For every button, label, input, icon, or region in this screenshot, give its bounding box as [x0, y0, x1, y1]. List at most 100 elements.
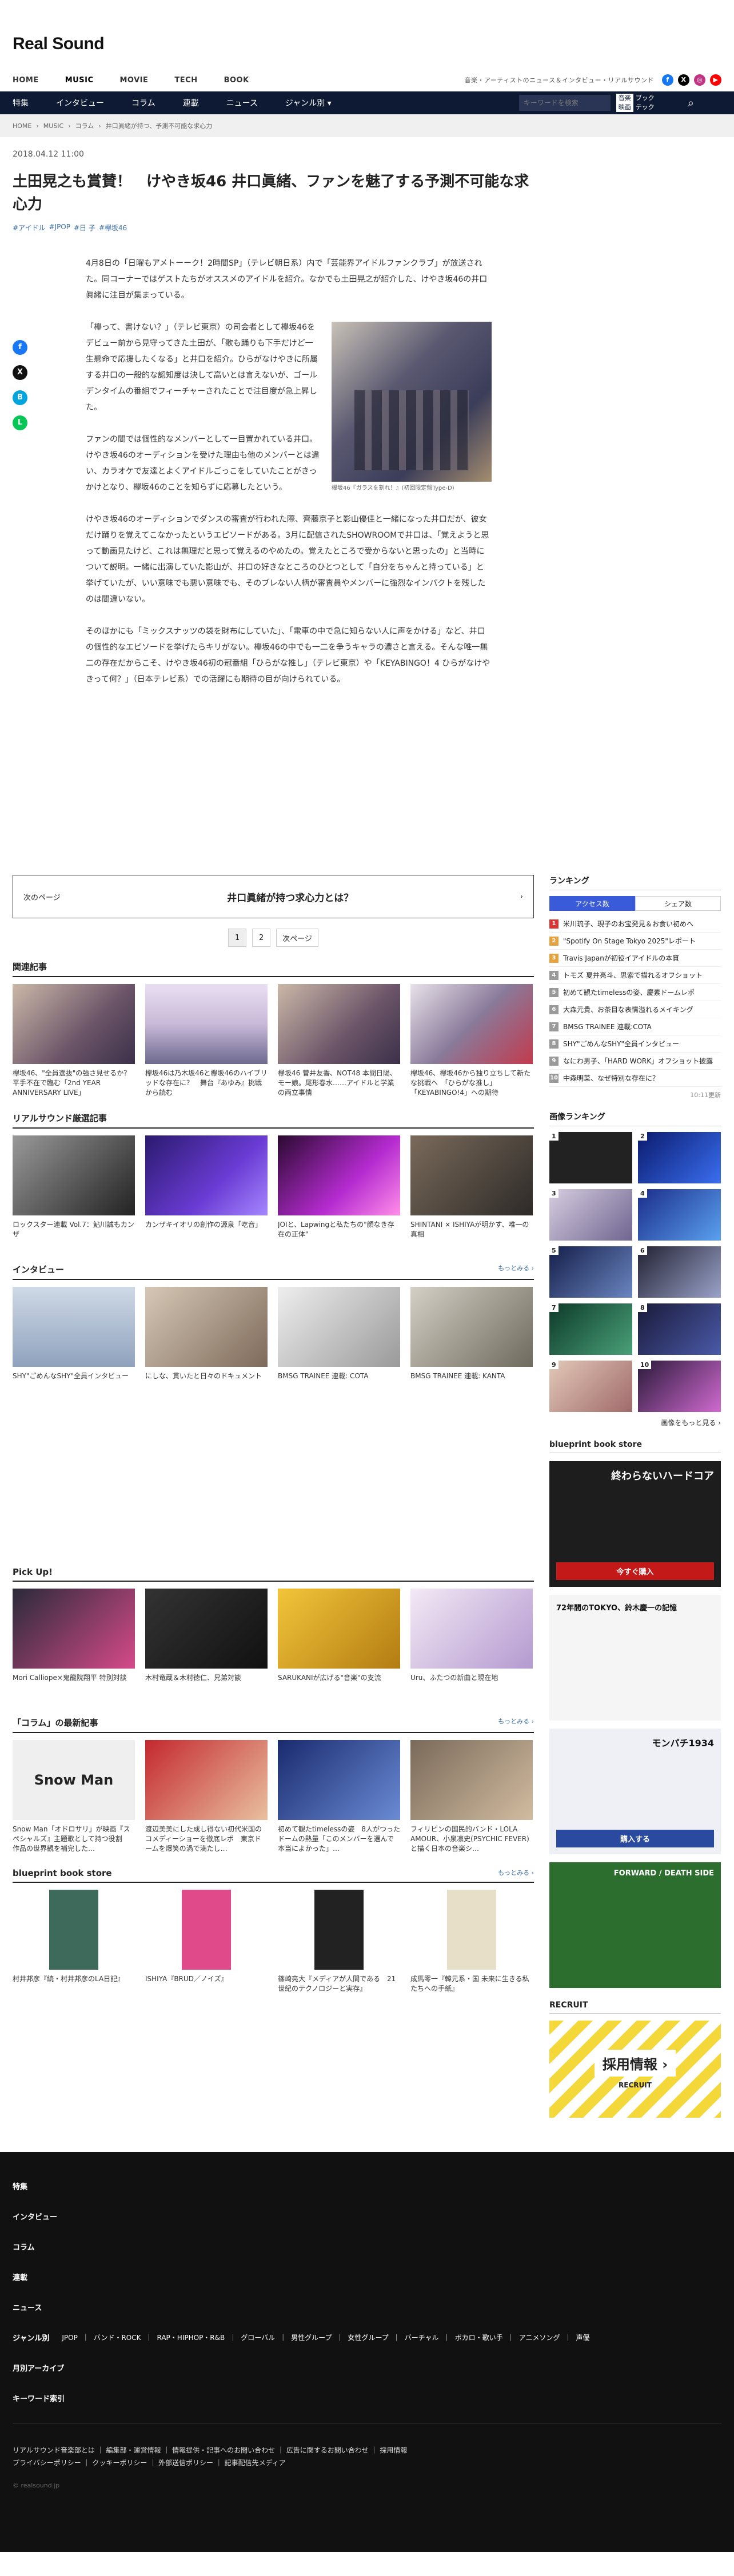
recruit-banner[interactable]: 採用情報 › RECRUIT [549, 2021, 721, 2118]
search-opt-book[interactable]: ブック [636, 94, 655, 102]
image-rank-thumb[interactable]: 2 [638, 1132, 721, 1183]
book-ad[interactable]: FORWARD / DEATH SIDE [549, 1862, 721, 1988]
column-card[interactable]: 渡辺美美にした成し得ない初代米国のコメディーショーを徹底レポ 東京ドームを爆笑の… [145, 1740, 268, 1854]
more-link[interactable]: もっとみる › [498, 1263, 534, 1275]
column-card[interactable]: 初めて観たtimelessの姿 8人がつったドームの熱量「このメンバーを選んで本… [278, 1740, 400, 1854]
crumb-column[interactable]: コラム [75, 121, 94, 130]
column-card[interactable]: フィリピンの国民的バンド・LOLA AMOUR、小泉凛史(PSYCHIC FEV… [410, 1740, 533, 1854]
genre-link[interactable]: JPOP [62, 2334, 77, 2342]
footer-link[interactable]: 特集 [13, 2181, 721, 2191]
book-ad[interactable]: 終わらないハードコア 今すぐ購入 [549, 1461, 721, 1587]
ranking-item[interactable]: 4 トモズ 夏井亮斗、思索で描れるオフショット [549, 967, 721, 984]
image-rank-thumb[interactable]: 10 [638, 1361, 721, 1412]
ranking-item[interactable]: 7 BMSG TRAINEE 連載:COTA [549, 1018, 721, 1035]
pickup-card[interactable]: 木村竜蔵＆木村徳仁、兄弟対談 [145, 1589, 268, 1703]
book-ad[interactable]: 72年間のTOKYO、鈴木慶一の記憶 [549, 1595, 721, 1721]
image-rank-thumb[interactable]: 8 [638, 1303, 721, 1355]
buy-button[interactable]: 購入する [556, 1830, 714, 1847]
nav-movie[interactable]: MOVIE [119, 76, 148, 85]
related-card[interactable]: 欅坂46は乃木坂46と欅坂46のハイブリッドな存在に？ 舞台『あゆみ』挑戦から読… [145, 984, 268, 1098]
line-share-icon[interactable]: L [13, 415, 27, 430]
album-cover-image[interactable] [332, 322, 492, 482]
x-share-icon[interactable]: X [13, 365, 27, 380]
nav-music[interactable]: MUSIC [65, 76, 94, 85]
ranking-item[interactable]: 1 米川琉子、現子のお宝発見＆お食い初めへ [549, 915, 721, 933]
related-card[interactable]: 欅坂46、"全員選抜"の強さ見せるか？ 平手不在で臨む「2nd YEAR ANN… [13, 984, 135, 1098]
image-rank-thumb[interactable]: 5 [549, 1246, 632, 1298]
ranking-item[interactable]: 8 SHY"ごめんなSHY"全員インタビュー [549, 1035, 721, 1053]
related-card[interactable]: 欅坂46 菅井友香、NOT48 本間日陽、モー娘。尾形春水……アイドルと学業の両… [278, 984, 400, 1098]
facebook-share-icon[interactable]: f [13, 340, 27, 355]
nav-tech[interactable]: TECH [174, 76, 197, 85]
search-icon[interactable]: ⌕ [688, 96, 694, 110]
genre-link[interactable]: バーチャル [405, 2333, 439, 2342]
image-rank-thumb[interactable]: 9 [549, 1361, 632, 1412]
more-link[interactable]: もっとみる › [498, 1717, 534, 1729]
book-card[interactable]: 村井邦彦『続・村井邦彦のLA日記』 [13, 1890, 135, 2004]
footer-link[interactable]: インタビュー [13, 2211, 721, 2222]
page-1[interactable]: 1 [228, 929, 247, 947]
search-input[interactable] [518, 95, 611, 111]
genre-link[interactable]: 声優 [576, 2333, 589, 2342]
subnav-series[interactable]: 連載 [183, 97, 199, 109]
ranking-item[interactable]: 10 中森明菜、なぜ特別な存在に？ [549, 1070, 721, 1087]
subnav-news[interactable]: ニュース [226, 97, 258, 109]
x-icon[interactable]: X [678, 74, 689, 86]
footer-archive-link[interactable]: 月別アーカイブ [13, 2362, 721, 2373]
tag[interactable]: #アイドル [13, 223, 45, 233]
search-opt-tech[interactable]: テック [636, 103, 655, 111]
image-rank-thumb[interactable]: 7 [549, 1303, 632, 1355]
tag[interactable]: #日 子 [74, 223, 95, 233]
more-link[interactable]: もっとみる › [498, 1868, 534, 1878]
genre-link[interactable]: RAP・HIPHOP・R&B [157, 2333, 225, 2342]
pickup-card[interactable]: Mori Calliope×鬼龍院翔平 特別対談 [13, 1589, 135, 1703]
tab-access[interactable]: アクセス数 [549, 896, 635, 911]
ranking-item[interactable]: 2 "Spotify On Stage Tokyo 2025"レポート [549, 933, 721, 950]
pickup-card[interactable]: Uru、ふたつの新曲と現在地 [410, 1589, 533, 1703]
image-rank-thumb[interactable]: 1 [549, 1132, 632, 1183]
instagram-icon[interactable]: ◎ [694, 74, 705, 86]
ranking-item[interactable]: 9 なにわ男子、「HARD WORK」オフショット披露 [549, 1053, 721, 1070]
footer-link[interactable]: ニュース [13, 2302, 721, 2313]
book-card[interactable]: 篠崎亮大『メディアが人間である 21世紀のテクノロジーと実存』 [278, 1890, 400, 2004]
footer-link[interactable]: コラム [13, 2241, 721, 2252]
recommend-card[interactable]: カンザキイオリの創作の源泉「吃音」 [145, 1135, 268, 1250]
book-card[interactable]: 成馬零一『韓元系・国 未来に生きる私たちへの手紙』 [410, 1890, 533, 2004]
search-opt-music[interactable]: 音楽 [616, 94, 633, 103]
search-opt-movie[interactable]: 映画 [616, 103, 633, 112]
youtube-icon[interactable]: ▶ [710, 74, 721, 86]
subnav-feature[interactable]: 特集 [13, 97, 29, 109]
recommend-card[interactable]: JOIと、Lapwingと私たちの"顔なき存在の正体" [278, 1135, 400, 1250]
image-rank-thumb[interactable]: 6 [638, 1246, 721, 1298]
tag[interactable]: #欅坂46 [99, 223, 127, 233]
footer-legal-row[interactable]: プライバシーポリシー ｜ クッキーポリシー ｜ 外部送信ポリシー ｜ 記事配信先… [13, 2457, 721, 2469]
buy-button[interactable]: 今すぐ購入 [556, 1562, 714, 1580]
image-more-link[interactable]: 画像をもっと見る › [549, 1418, 721, 1427]
book-card[interactable]: ISHIYA『BRUD／ノイズ』 [145, 1890, 268, 2004]
nav-book[interactable]: BOOK [224, 76, 249, 85]
footer-link[interactable]: 連載 [13, 2271, 721, 2282]
next-page-button[interactable]: 次のページ 井口眞緒が持つ求心力とは？ › [13, 875, 534, 918]
tab-share[interactable]: シェア数 [635, 896, 721, 911]
hatena-share-icon[interactable]: B [13, 390, 27, 405]
facebook-icon[interactable]: f [662, 74, 673, 86]
genre-link[interactable]: バンド・ROCK [94, 2333, 141, 2342]
subnav-column[interactable]: コラム [131, 97, 155, 109]
recommend-card[interactable]: SHINTANI × ISHIYAが明かす、唯一の真相 [410, 1135, 533, 1250]
tag[interactable]: #JPOP [49, 223, 70, 233]
ranking-item[interactable]: 6 大森元貴、お茶目な表情溢れるメイキング [549, 1001, 721, 1018]
ranking-item[interactable]: 5 初めて観たtimelessの姿、慶素ドームレポ [549, 984, 721, 1001]
subnav-genre[interactable]: ジャンル別 ▾ [285, 97, 332, 109]
genre-link[interactable]: 女性グループ [348, 2333, 388, 2342]
interview-card[interactable]: SHY"ごめんなSHY"全員インタビュー [13, 1287, 135, 1401]
genre-link[interactable]: グローバル [241, 2333, 275, 2342]
image-rank-thumb[interactable]: 3 [549, 1189, 632, 1241]
related-card[interactable]: 欅坂46、欅坂46から独り立ちして新たな挑戦へ 「ひらがな推し」「KEYABIN… [410, 984, 533, 1098]
footer-keyword-link[interactable]: キーワード索引 [13, 2393, 721, 2403]
ranking-item[interactable]: 3 Travis Japanが初役イアイドルの本質 [549, 950, 721, 967]
subnav-interview[interactable]: インタビュー [56, 97, 104, 109]
crumb-music[interactable]: MUSIC [43, 122, 63, 130]
pickup-card[interactable]: SARUKANIが広げる"音楽"の支流 [278, 1589, 400, 1703]
genre-link[interactable]: アニメソング [519, 2333, 560, 2342]
nav-home[interactable]: HOME [13, 76, 39, 85]
